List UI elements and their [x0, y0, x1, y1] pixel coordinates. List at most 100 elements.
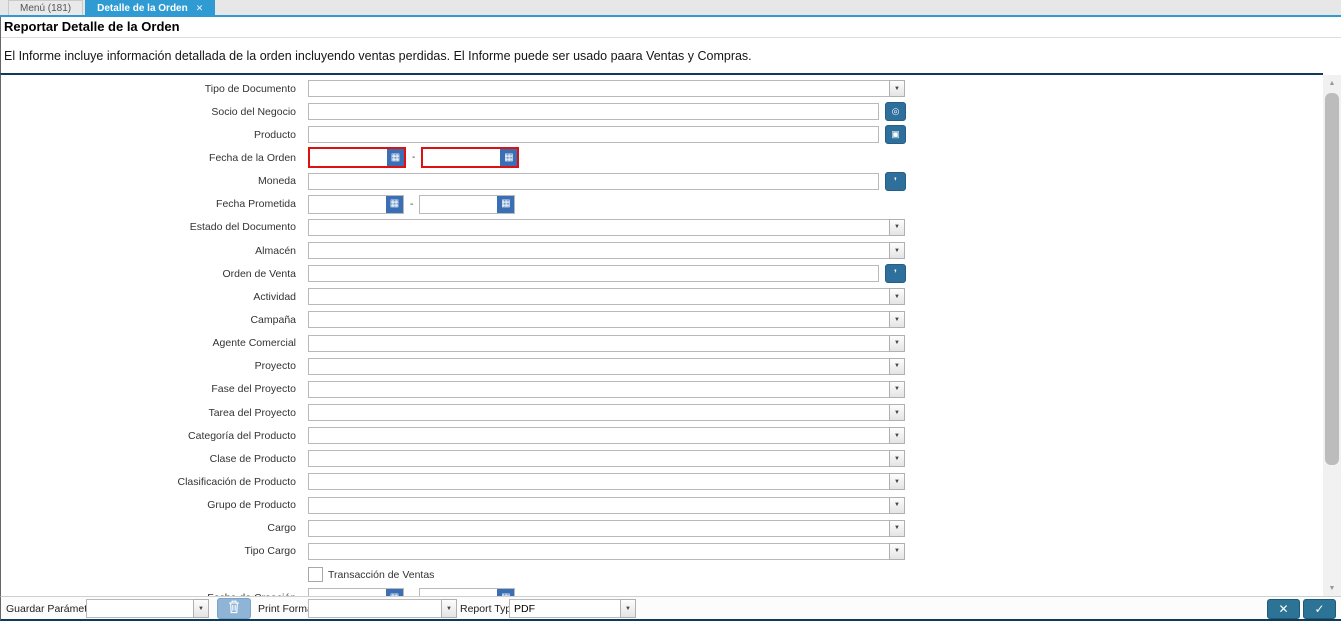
grupo-de-producto-combobox[interactable]: ▼ — [308, 496, 905, 514]
field-label-producto: Producto — [253, 128, 296, 141]
checkbox-label-transaccion-de-ventas: Transacción de Ventas — [328, 568, 435, 581]
chevron-down-icon[interactable]: ▼ — [889, 496, 905, 514]
tipo-cargo-input[interactable] — [308, 542, 889, 560]
campana-input[interactable] — [308, 311, 889, 329]
fase-del-proyecto-input[interactable] — [308, 380, 889, 398]
fecha-prometida-to-date-input[interactable] — [420, 195, 498, 213]
chevron-down-icon[interactable]: ▼ — [889, 473, 905, 491]
fecha-prometida-to-datebox: ▦ — [419, 194, 516, 214]
product-info-icon[interactable]: ▣ — [885, 125, 906, 145]
tab-detalle-de-la-orden[interactable]: Detalle de la Orden ✕ — [85, 0, 216, 15]
process-footer: Guardar Parámetro ▼ Print Format ▼ Repor… — [0, 596, 1341, 621]
fecha-prometida-from-datebox: ▦ — [308, 194, 404, 214]
actividad-combobox[interactable]: ▼ — [308, 288, 905, 306]
estado-del-documento-combobox[interactable]: ▼ — [308, 218, 905, 236]
scrollbar-thumb[interactable] — [1325, 93, 1339, 465]
calendar-icon[interactable]: ▦ — [386, 589, 403, 596]
agente-comercial-input[interactable] — [308, 334, 889, 352]
ok-button[interactable]: ✓ — [1303, 599, 1336, 619]
field-label-clase-de-producto: Clase de Producto — [209, 452, 296, 465]
field-area-fecha-prometida: ▦ - ▦ — [308, 194, 516, 214]
cancel-icon: ✕ — [1278, 602, 1289, 616]
calendar-icon[interactable]: ▦ — [497, 589, 515, 596]
chevron-down-icon[interactable]: ▼ — [889, 542, 905, 560]
actividad-input[interactable] — [308, 288, 889, 306]
almacen-input[interactable] — [308, 242, 889, 260]
tipo-de-documento-input[interactable] — [308, 80, 889, 98]
vertical-scrollbar[interactable]: ▲ ▼ — [1323, 75, 1341, 596]
fecha-de-creacion-to-date-input[interactable] — [420, 589, 498, 596]
chevron-down-icon[interactable]: ▼ — [889, 218, 905, 236]
fecha-de-la-orden-to-date-input[interactable] — [423, 149, 501, 167]
almacen-combobox[interactable]: ▼ — [308, 242, 905, 260]
fecha-de-la-orden-from-date-input[interactable] — [310, 149, 387, 167]
clasificacion-de-producto-input[interactable] — [308, 473, 889, 491]
chevron-down-icon[interactable]: ▼ — [441, 599, 457, 618]
cargo-combobox[interactable]: ▼ — [308, 519, 905, 537]
chevron-down-icon[interactable]: ▼ — [889, 519, 905, 537]
calendar-icon[interactable]: ▦ — [387, 149, 404, 167]
fecha-de-la-orden-to-datebox: ▦ — [421, 147, 520, 169]
producto-input[interactable] — [308, 126, 879, 144]
chevron-down-icon[interactable]: ▼ — [889, 311, 905, 329]
chevron-down-icon[interactable]: ▼ — [889, 427, 905, 445]
tipo-cargo-combobox[interactable]: ▼ — [308, 542, 905, 560]
chevron-down-icon[interactable]: ▼ — [889, 357, 905, 375]
delete-parameter-button[interactable] — [217, 598, 251, 619]
field-label-almacen: Almacén — [255, 244, 296, 257]
grupo-de-producto-input[interactable] — [308, 496, 889, 514]
chevron-down-icon[interactable]: ▼ — [889, 288, 905, 306]
save-parameter-input[interactable] — [86, 599, 193, 618]
cargo-input[interactable] — [308, 519, 889, 537]
field-label-tipo-de-documento: Tipo de Documento — [204, 82, 296, 95]
moneda-input[interactable] — [308, 172, 879, 190]
chevron-down-icon[interactable]: ▼ — [889, 404, 905, 422]
print-format-combobox[interactable]: ▼ — [308, 599, 457, 618]
chevron-down-icon[interactable]: ▼ — [193, 599, 209, 618]
search-icon[interactable]: ❜ — [885, 171, 906, 191]
proyecto-input[interactable] — [308, 357, 889, 375]
calendar-icon[interactable]: ▦ — [500, 149, 518, 167]
fecha-de-creacion-from-date-input[interactable] — [309, 589, 386, 596]
field-label-tipo-cargo: Tipo Cargo — [244, 545, 296, 558]
close-icon[interactable]: ✕ — [196, 3, 204, 14]
proyecto-combobox[interactable]: ▼ — [308, 357, 905, 375]
clase-de-producto-input[interactable] — [308, 450, 889, 468]
clase-de-producto-combobox[interactable]: ▼ — [308, 450, 905, 468]
fecha-prometida-from-date-input[interactable] — [309, 195, 386, 213]
chevron-down-icon[interactable]: ▼ — [889, 80, 905, 98]
clasificacion-de-producto-combobox[interactable]: ▼ — [308, 473, 905, 491]
parameter-row-almacen: Almacén ▼ — [1, 239, 1323, 262]
search-icon[interactable]: ❜ — [885, 264, 906, 284]
field-label-categoria-del-producto: Categoría del Producto — [188, 429, 296, 442]
report-type-combobox[interactable]: ▼ — [509, 599, 636, 618]
report-type-input[interactable] — [509, 599, 620, 618]
socio-del-negocio-input[interactable] — [308, 103, 879, 121]
print-format-input[interactable] — [308, 599, 441, 618]
field-label-grupo-de-producto: Grupo de Producto — [207, 499, 296, 512]
chevron-down-icon[interactable]: ▼ — [889, 242, 905, 260]
estado-del-documento-input[interactable] — [308, 218, 889, 236]
transaccion-de-ventas-checkbox[interactable] — [308, 567, 323, 583]
chevron-down-icon[interactable]: ▼ — [889, 380, 905, 398]
campana-combobox[interactable]: ▼ — [308, 311, 905, 329]
chevron-down-icon[interactable]: ▼ — [889, 334, 905, 352]
tipo-de-documento-combobox[interactable]: ▼ — [308, 80, 905, 98]
tarea-del-proyecto-combobox[interactable]: ▼ — [308, 404, 905, 422]
scroll-up-icon[interactable]: ▲ — [1323, 75, 1341, 91]
categoria-del-producto-input[interactable] — [308, 427, 889, 445]
scroll-down-icon[interactable]: ▼ — [1323, 580, 1341, 596]
agente-comercial-combobox[interactable]: ▼ — [308, 334, 905, 352]
tarea-del-proyecto-input[interactable] — [308, 404, 889, 422]
chevron-down-icon[interactable]: ▼ — [620, 599, 636, 618]
tab-menu[interactable]: Menú (181) — [8, 0, 84, 15]
save-parameter-combobox[interactable]: ▼ — [86, 599, 209, 618]
categoria-del-producto-combobox[interactable]: ▼ — [308, 427, 905, 445]
cancel-button[interactable]: ✕ — [1267, 599, 1300, 619]
chevron-down-icon[interactable]: ▼ — [889, 450, 905, 468]
calendar-icon[interactable]: ▦ — [497, 195, 515, 213]
record-search-icon[interactable]: ◎ — [885, 102, 906, 122]
calendar-icon[interactable]: ▦ — [386, 195, 403, 213]
orden-de-venta-input[interactable] — [308, 265, 879, 283]
fase-del-proyecto-combobox[interactable]: ▼ — [308, 380, 905, 398]
